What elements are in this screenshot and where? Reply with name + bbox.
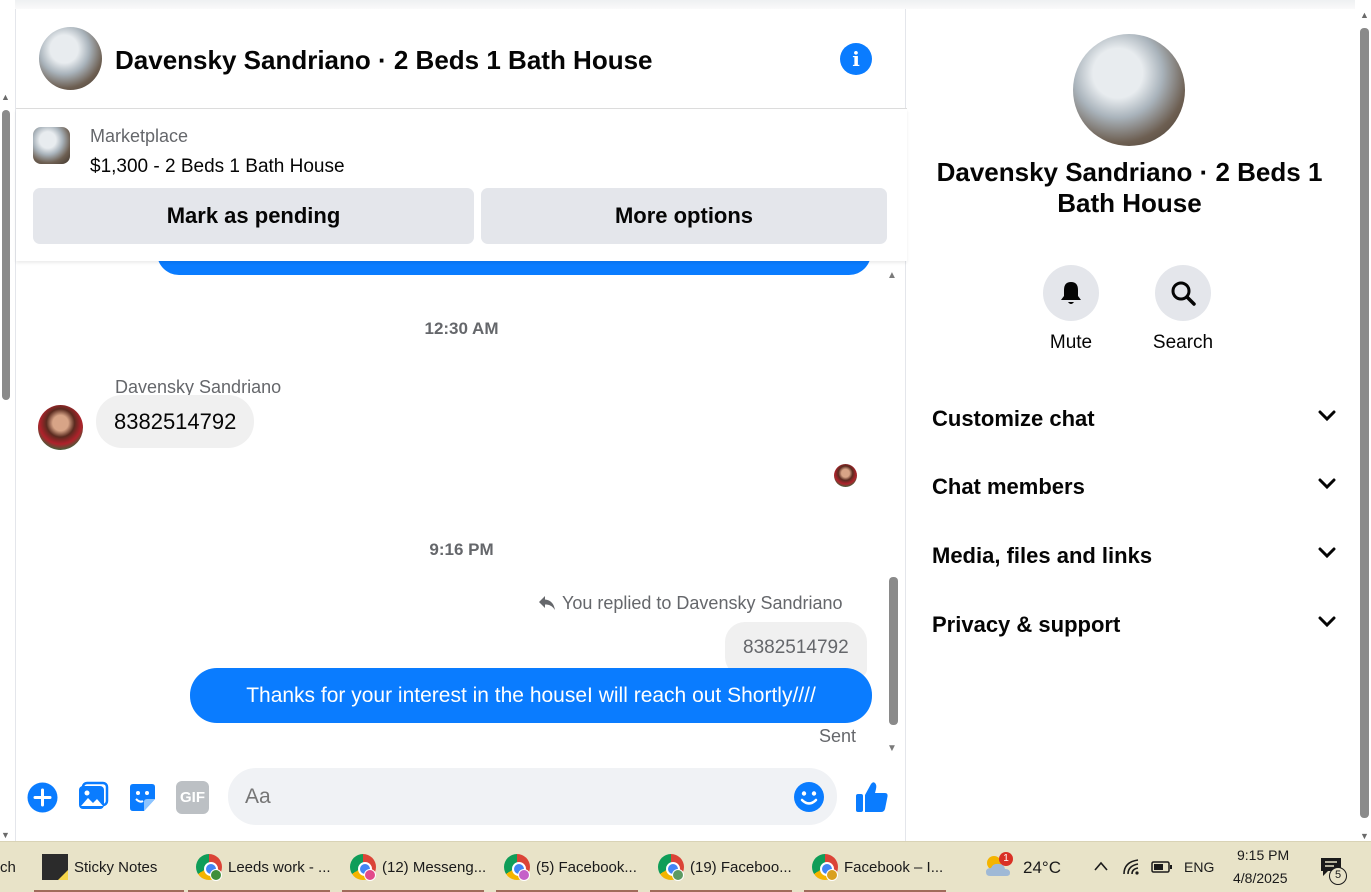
profile-badge-icon [672, 869, 684, 881]
thumbs-up-icon[interactable] [854, 779, 890, 815]
taskbar-item-label: (12) Messeng... [382, 859, 487, 876]
chevron-up-icon[interactable] [1093, 860, 1109, 872]
reply-arrow-icon [539, 596, 555, 610]
chat-header: Davensky Sandriano · 2 Beds 1 Bath House… [16, 9, 907, 109]
section-label: Chat members [932, 474, 1085, 499]
profile-badge-icon [518, 869, 530, 881]
weather-widget[interactable]: 1 24°C [982, 842, 1066, 892]
message-input[interactable] [228, 768, 837, 825]
messenger-window: ▲ ▼ Davensky Sandriano · 2 Beds 1 Bath H… [0, 0, 1371, 892]
taskbar-item-chrome-messenger[interactable]: (12) Messeng... [342, 842, 487, 892]
taskbar-item-label: Sticky Notes [74, 859, 158, 876]
mark-as-pending-button[interactable]: Mark as pending [33, 188, 474, 244]
reply-context-text: You replied to Davensky Sandriano [562, 593, 843, 613]
mute-label[interactable]: Mute [1021, 332, 1121, 354]
message-status: Sent [819, 726, 857, 746]
emoji-icon[interactable] [793, 781, 825, 813]
incoming-message-bubble[interactable]: 8382514792 [96, 395, 255, 448]
clock-date[interactable]: 4/8/2025 [1233, 870, 1288, 886]
scroll-up-arrow-icon[interactable]: ▲ [1360, 10, 1369, 20]
info-icon[interactable]: i [840, 43, 872, 75]
notification-count-badge: 5 [1329, 867, 1347, 885]
profile-badge-icon [210, 869, 222, 881]
read-receipt-avatar [834, 464, 857, 487]
search-icon [1171, 281, 1196, 306]
conversation-details-panel: Davensky Sandriano · 2 Beds 1 Bath House… [907, 9, 1355, 841]
privacy-support-section[interactable]: Privacy & support [932, 604, 1336, 644]
scroll-up-arrow-icon[interactable]: ▲ [1, 92, 10, 102]
taskbar-item-label: (19) Faceboo... [690, 859, 792, 876]
customize-chat-section[interactable]: Customize chat [932, 398, 1336, 438]
scrollbar-thumb[interactable] [889, 577, 898, 725]
previous-outgoing-message[interactable] [157, 259, 871, 275]
plus-icon[interactable] [26, 781, 59, 814]
page-scrollbar-left[interactable]: ▲ ▼ [0, 92, 11, 840]
scroll-up-arrow-icon[interactable]: ▲ [887, 270, 897, 281]
photo-icon[interactable] [76, 781, 109, 814]
listing-avatar[interactable] [39, 27, 102, 90]
battery-icon[interactable] [1151, 860, 1173, 874]
page-scrollbar-right[interactable]: ▲ ▼ [1357, 10, 1371, 841]
search-box-fragment[interactable]: ch [0, 859, 16, 876]
scrollbar-thumb[interactable] [1360, 28, 1369, 818]
taskbar-item-chrome-facebook-5[interactable]: (5) Facebook... [496, 842, 638, 892]
profile-badge-icon [826, 869, 838, 881]
taskbar-item-chrome-leeds[interactable]: Leeds work - ... [188, 842, 331, 892]
taskbar-item-label: Leeds work - ... [228, 859, 331, 876]
message-timestamp: 12:30 AM [424, 319, 499, 338]
scrollbar-thumb[interactable] [2, 110, 10, 400]
sticker-icon[interactable] [126, 781, 159, 814]
chat-members-section[interactable]: Chat members [932, 466, 1336, 506]
message-list-scrollbar[interactable]: ▲ ▼ [887, 270, 901, 754]
chevron-down-icon [1318, 616, 1336, 628]
profile-name: Davensky Sandriano · 2 Beds 1 Bath House [936, 157, 1323, 218]
chevron-down-icon [1318, 547, 1336, 559]
chevron-down-icon [1318, 478, 1336, 490]
taskbar-item-chrome-facebook-19[interactable]: (19) Faceboo... [650, 842, 792, 892]
reply-context: You replied to Davensky Sandriano [538, 593, 843, 614]
chevron-down-icon [1318, 410, 1336, 422]
section-label: Media, files and links [932, 543, 1153, 568]
input-language[interactable]: ENG [1184, 859, 1214, 875]
temperature: 24°C [1023, 858, 1061, 877]
bell-icon [1061, 282, 1081, 304]
clock-time[interactable]: 9:15 PM [1237, 847, 1289, 863]
scroll-down-arrow-icon[interactable]: ▼ [1, 830, 10, 840]
message-composer: GIF [16, 761, 907, 841]
taskbar-item-label: Facebook – I... [844, 859, 944, 876]
chat-pane: Davensky Sandriano · 2 Beds 1 Bath House… [15, 9, 907, 841]
profile-avatar[interactable] [1073, 34, 1185, 146]
scroll-down-arrow-icon[interactable]: ▼ [1360, 831, 1369, 841]
message-list: 12:30 AM Davensky Sandriano 8382514792 9… [16, 259, 907, 759]
sticky-notes-icon [42, 854, 68, 880]
marketplace-banner: Marketplace $1,300 - 2 Beds 1 Bath House… [16, 109, 907, 261]
scroll-down-arrow-icon[interactable]: ▼ [887, 743, 897, 754]
more-options-button[interactable]: More options [481, 188, 887, 244]
taskbar-item-sticky-notes[interactable]: Sticky Notes [34, 842, 184, 892]
message-timestamp: 9:16 PM [429, 540, 494, 559]
wifi-icon[interactable] [1122, 858, 1142, 876]
outgoing-message-bubble[interactable]: Thanks for your interest in the houseI w… [190, 668, 872, 723]
window-top-edge [15, 0, 1355, 9]
taskbar-item-chrome-facebook[interactable]: Facebook – I... [804, 842, 946, 892]
taskbar-item-label: (5) Facebook... [536, 859, 637, 876]
mute-button[interactable] [1043, 265, 1099, 321]
conversation-title[interactable]: Davensky Sandriano · 2 Beds 1 Bath House [115, 45, 653, 76]
weather-alert-badge: 1 [999, 852, 1013, 866]
listing-thumbnail[interactable] [33, 127, 70, 164]
marketplace-label: Marketplace [90, 126, 189, 146]
profile-badge-icon [364, 869, 376, 881]
listing-price-title[interactable]: $1,300 - 2 Beds 1 Bath House [90, 156, 345, 178]
section-label: Customize chat [932, 406, 1095, 431]
search-label[interactable]: Search [1133, 332, 1233, 354]
media-files-links-section[interactable]: Media, files and links [932, 535, 1336, 575]
sender-avatar[interactable] [38, 405, 83, 450]
section-label: Privacy & support [932, 612, 1121, 637]
windows-taskbar: ch Sticky Notes Leeds work - ... (12) Me… [0, 841, 1371, 892]
gif-icon[interactable]: GIF [176, 781, 209, 814]
search-button[interactable] [1155, 265, 1211, 321]
